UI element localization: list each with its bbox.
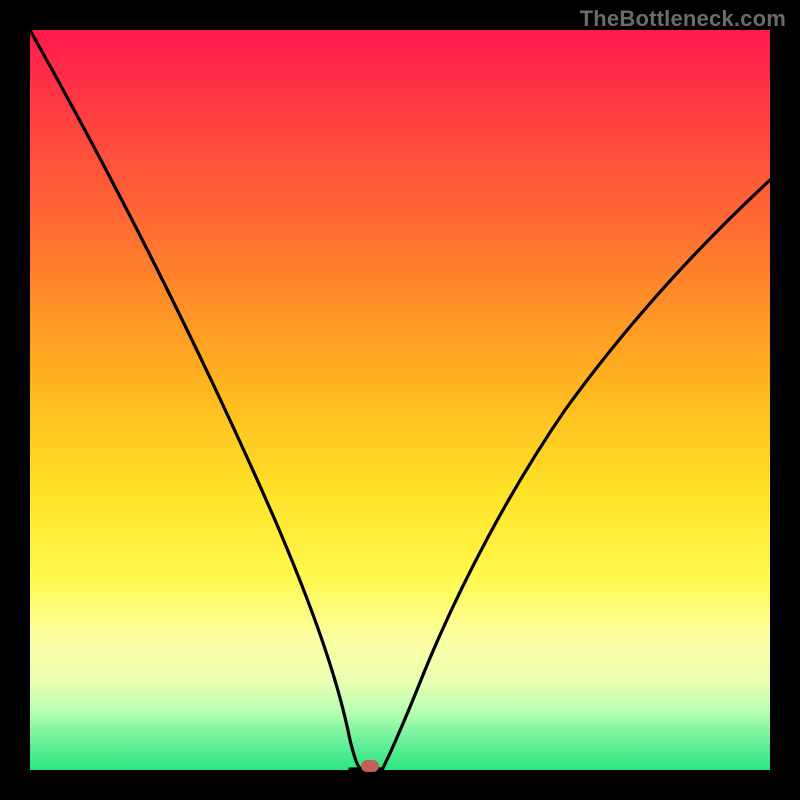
watermark-text: TheBottleneck.com: [580, 6, 786, 32]
bottleneck-curve: [30, 30, 770, 770]
minimum-marker: [361, 760, 379, 772]
chart-frame: TheBottleneck.com: [0, 0, 800, 800]
curve-right-branch: [382, 180, 770, 770]
curve-left-branch: [30, 30, 362, 770]
plot-area: [30, 30, 770, 770]
